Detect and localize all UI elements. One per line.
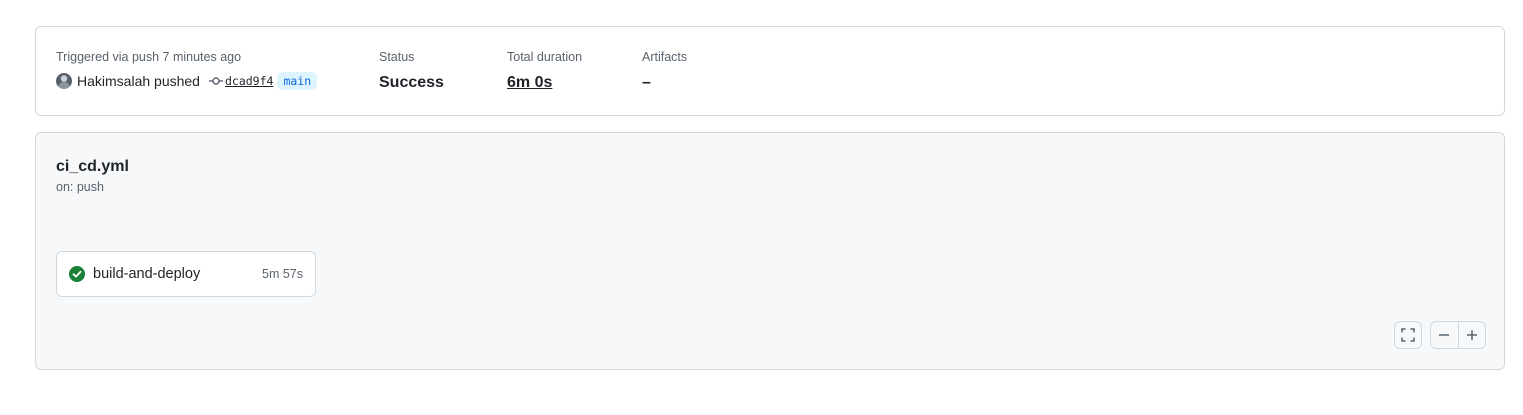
check-circle-icon [69,266,85,282]
workflow-trigger: on: push [56,180,104,194]
trigger-column: Triggered via push 7 minutes ago Hakimsa… [56,49,318,91]
fullscreen-icon [1401,328,1415,342]
git-commit-icon [208,76,223,86]
artifacts-value: – [642,74,651,91]
artifacts-column: Artifacts – [642,49,687,93]
avatar[interactable] [56,73,72,89]
status-label: Status [379,50,415,64]
status-value: Success [379,74,444,91]
workflow-graph: ci_cd.yml on: push build-and-deploy 5m 5… [35,132,1505,370]
duration-label: Total duration [507,50,583,64]
artifacts-label: Artifacts [642,50,688,64]
job-duration: 5m 57s [262,267,303,281]
status-column: Status Success [379,49,444,93]
minus-icon [1438,329,1450,341]
job-card-build-and-deploy[interactable]: build-and-deploy 5m 57s [56,251,316,297]
branch-badge[interactable]: main [277,72,318,90]
duration-link[interactable]: 6m 0s [507,73,582,93]
zoom-controls [1430,321,1486,349]
fullscreen-button[interactable] [1394,321,1422,349]
workflow-file-name: ci_cd.yml [56,158,129,175]
commit-sha-link[interactable]: dcad9f4 [225,74,273,88]
actor-text[interactable]: Hakimsalah pushed [77,73,200,89]
zoom-in-button[interactable] [1457,322,1486,348]
job-name: build-and-deploy [93,266,201,282]
trigger-label: Triggered via push 7 minutes ago [56,50,242,64]
trigger-details: Hakimsalah pushed dcad9f4 main [56,71,318,91]
plus-icon [1466,329,1478,341]
zoom-out-button[interactable] [1431,322,1458,348]
duration-column: Total duration 6m 0s [507,49,582,93]
run-summary-card: Triggered via push 7 minutes ago Hakimsa… [35,26,1505,116]
